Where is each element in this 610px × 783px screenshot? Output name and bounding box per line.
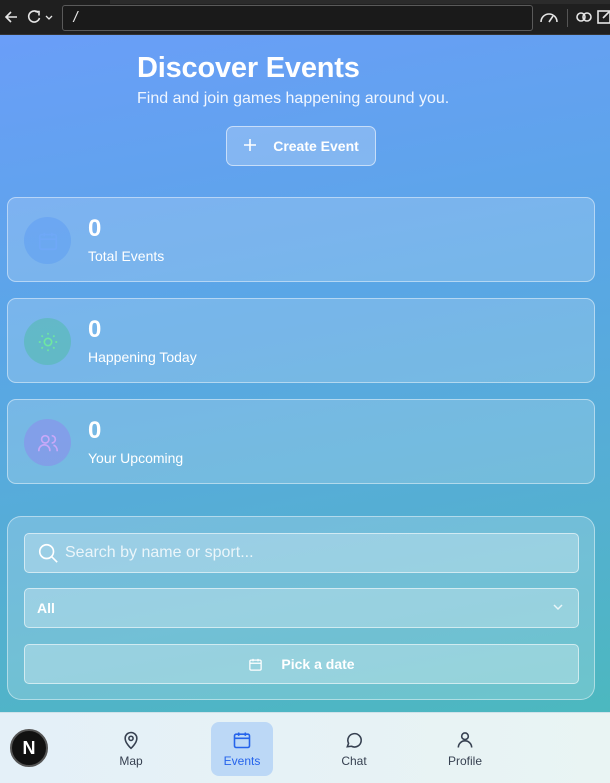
stat-value: 0	[88, 316, 102, 343]
calendar-icon	[24, 217, 71, 264]
stat-value: 0	[88, 215, 102, 242]
pick-date-label: Pick a date	[281, 656, 355, 672]
stat-card-total-events: 0 Total Events	[7, 197, 595, 282]
filter-panel: Search by name or sport... All Pick a da…	[7, 516, 595, 700]
nav-item-label: Events	[223, 754, 261, 768]
stat-label: Happening Today	[88, 349, 197, 365]
gauge-icon	[540, 13, 558, 23]
stat-label: Total Events	[88, 248, 165, 264]
tab-strip	[110, 0, 610, 4]
link-icon	[576, 12, 592, 22]
avatar[interactable]: N	[10, 729, 48, 767]
performance-button[interactable]	[538, 6, 560, 28]
search-input[interactable]: Search by name or sport...	[24, 533, 579, 573]
nav-item-profile[interactable]: Profile	[434, 722, 496, 776]
reload-button[interactable]	[26, 6, 56, 28]
users-icon	[24, 419, 71, 466]
nav-item-label: Profile	[447, 754, 482, 768]
external-button[interactable]	[597, 6, 610, 28]
search-placeholder: Search by name or sport...	[65, 544, 254, 561]
page-title: Discover Events	[137, 52, 360, 84]
page-subtitle: Find and join games happening around you…	[137, 90, 450, 107]
stat-card-happening-today: 0 Happening Today	[7, 298, 595, 383]
browser-toolbar: /	[0, 0, 610, 35]
stat-value: 0	[88, 417, 102, 444]
sun-icon	[24, 318, 71, 365]
calendar-icon	[233, 732, 251, 749]
nav-item-label: Map	[119, 754, 143, 768]
toolbar-divider	[567, 9, 568, 27]
plus-icon	[243, 137, 257, 155]
nav-item-label: Chat	[341, 754, 367, 768]
arrow-left-icon	[4, 11, 17, 23]
calendar-icon	[248, 657, 263, 672]
stat-label: Your Upcoming	[88, 450, 184, 466]
chat-bubble-icon	[346, 732, 362, 748]
pick-date-button[interactable]: Pick a date	[24, 644, 579, 684]
search-icon	[37, 542, 59, 564]
chevron-down-icon	[552, 600, 564, 616]
nav-item-chat[interactable]: Chat	[323, 722, 385, 776]
create-event-button[interactable]: Create Event	[226, 126, 376, 166]
nav-item-map[interactable]: Map	[100, 722, 162, 776]
bottom-nav: N Map Events Chat Profile	[0, 712, 610, 783]
external-icon	[597, 10, 610, 24]
create-event-label: Create Event	[273, 138, 359, 154]
user-icon	[457, 732, 473, 748]
select-value: All	[37, 600, 55, 616]
address-bar[interactable]: /	[62, 5, 533, 31]
stat-card-your-upcoming: 0 Your Upcoming	[7, 399, 595, 484]
sport-select[interactable]: All	[24, 588, 579, 628]
nav-item-events[interactable]: Events	[211, 722, 273, 776]
back-button[interactable]	[2, 6, 20, 28]
map-pin-icon	[124, 731, 138, 750]
events-page: Discover Events Find and join games happ…	[0, 35, 610, 712]
reload-icon	[27, 10, 53, 23]
share-link-button[interactable]	[574, 6, 594, 28]
